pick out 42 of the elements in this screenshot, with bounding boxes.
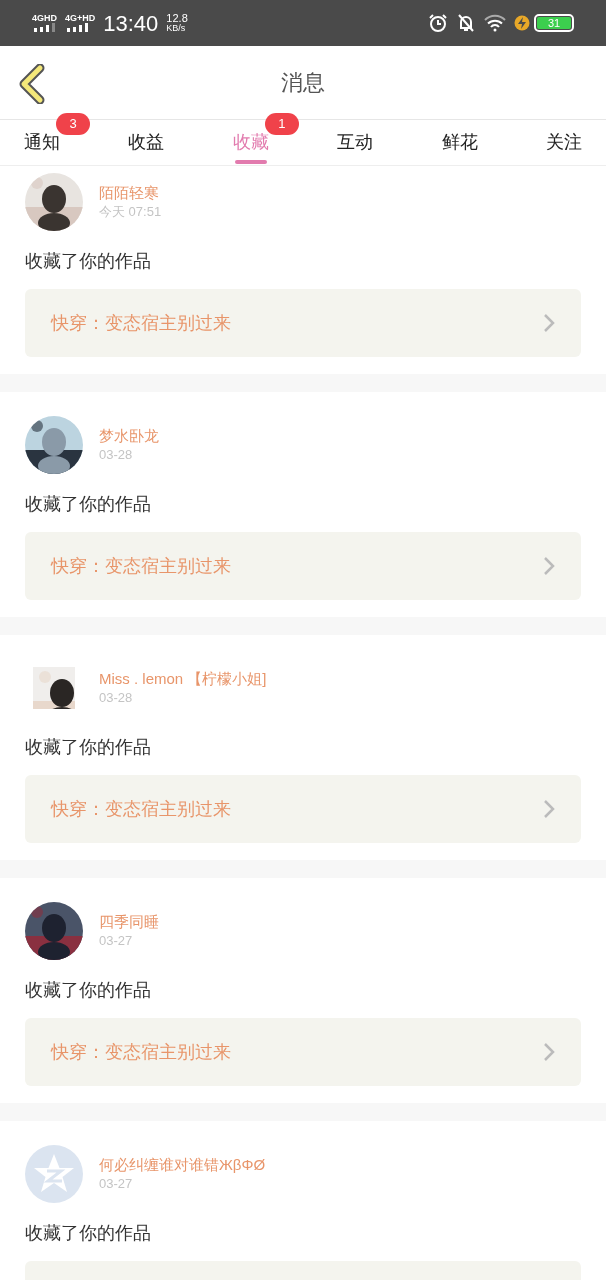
wifi-icon bbox=[484, 14, 506, 32]
page-title: 消息 bbox=[281, 69, 325, 97]
message-time: 今天 07:51 bbox=[99, 203, 162, 221]
default-avatar-icon bbox=[25, 1145, 83, 1203]
book-link[interactable]: 快穿：变态宿主别过来 bbox=[25, 289, 581, 357]
user-name[interactable]: 梦水卧龙 bbox=[99, 426, 159, 446]
message-time: 03-27 bbox=[99, 1175, 134, 1193]
chevron-right-icon bbox=[543, 799, 555, 819]
book-link[interactable]: 快穿：变态宿主别过来 bbox=[25, 1018, 581, 1086]
message-time: 03-28 bbox=[99, 689, 134, 707]
chevron-right-icon bbox=[543, 313, 555, 333]
chevron-right-icon bbox=[543, 1042, 555, 1062]
user-name[interactable]: Miss . lemon 【柠檬小姐] bbox=[99, 669, 267, 689]
tab[interactable]: 互动 bbox=[337, 120, 374, 165]
message-time: 03-28 bbox=[99, 446, 134, 464]
charging-icon bbox=[514, 15, 530, 31]
user-name[interactable]: 陌陌轻寒 bbox=[99, 183, 162, 203]
book-link[interactable]: 快穿：变态宿主别过来 bbox=[25, 532, 581, 600]
message-text: 收藏了你的作品 bbox=[25, 979, 152, 1002]
count-badge: 1 bbox=[264, 113, 299, 135]
book-link[interactable]: 快穿：变态宿主别过来 bbox=[25, 775, 581, 843]
network-label: 4G+HD bbox=[65, 14, 96, 23]
user-name[interactable]: 四季同睡 bbox=[99, 912, 159, 932]
message-text: 收藏了你的作品 bbox=[25, 250, 152, 273]
alarm-icon bbox=[428, 13, 448, 33]
signal-icon bbox=[33, 23, 56, 32]
network-label: 4GHD bbox=[32, 14, 57, 23]
speed-value: 12.8 bbox=[166, 13, 188, 24]
muted-bell-icon bbox=[456, 13, 476, 33]
message-text: 收藏了你的作品 bbox=[25, 493, 152, 516]
tab[interactable]: 收益 bbox=[128, 120, 165, 165]
user-name[interactable]: 何必纠缠谁对谁错ЖβΦØ bbox=[99, 1155, 266, 1175]
speed-unit: KB/s bbox=[166, 24, 187, 33]
chevron-right-icon bbox=[543, 556, 555, 576]
message-time: 03-27 bbox=[99, 932, 134, 950]
clock-time: 13:40 bbox=[103, 9, 159, 38]
message-text: 收藏了你的作品 bbox=[25, 736, 152, 759]
count-badge: 3 bbox=[56, 113, 90, 135]
tab[interactable]: 关注 bbox=[545, 120, 582, 165]
battery-icon: 31 bbox=[534, 14, 574, 32]
tab[interactable]: 鲜花 bbox=[441, 120, 478, 165]
message-text: 收藏了你的作品 bbox=[25, 1222, 152, 1245]
